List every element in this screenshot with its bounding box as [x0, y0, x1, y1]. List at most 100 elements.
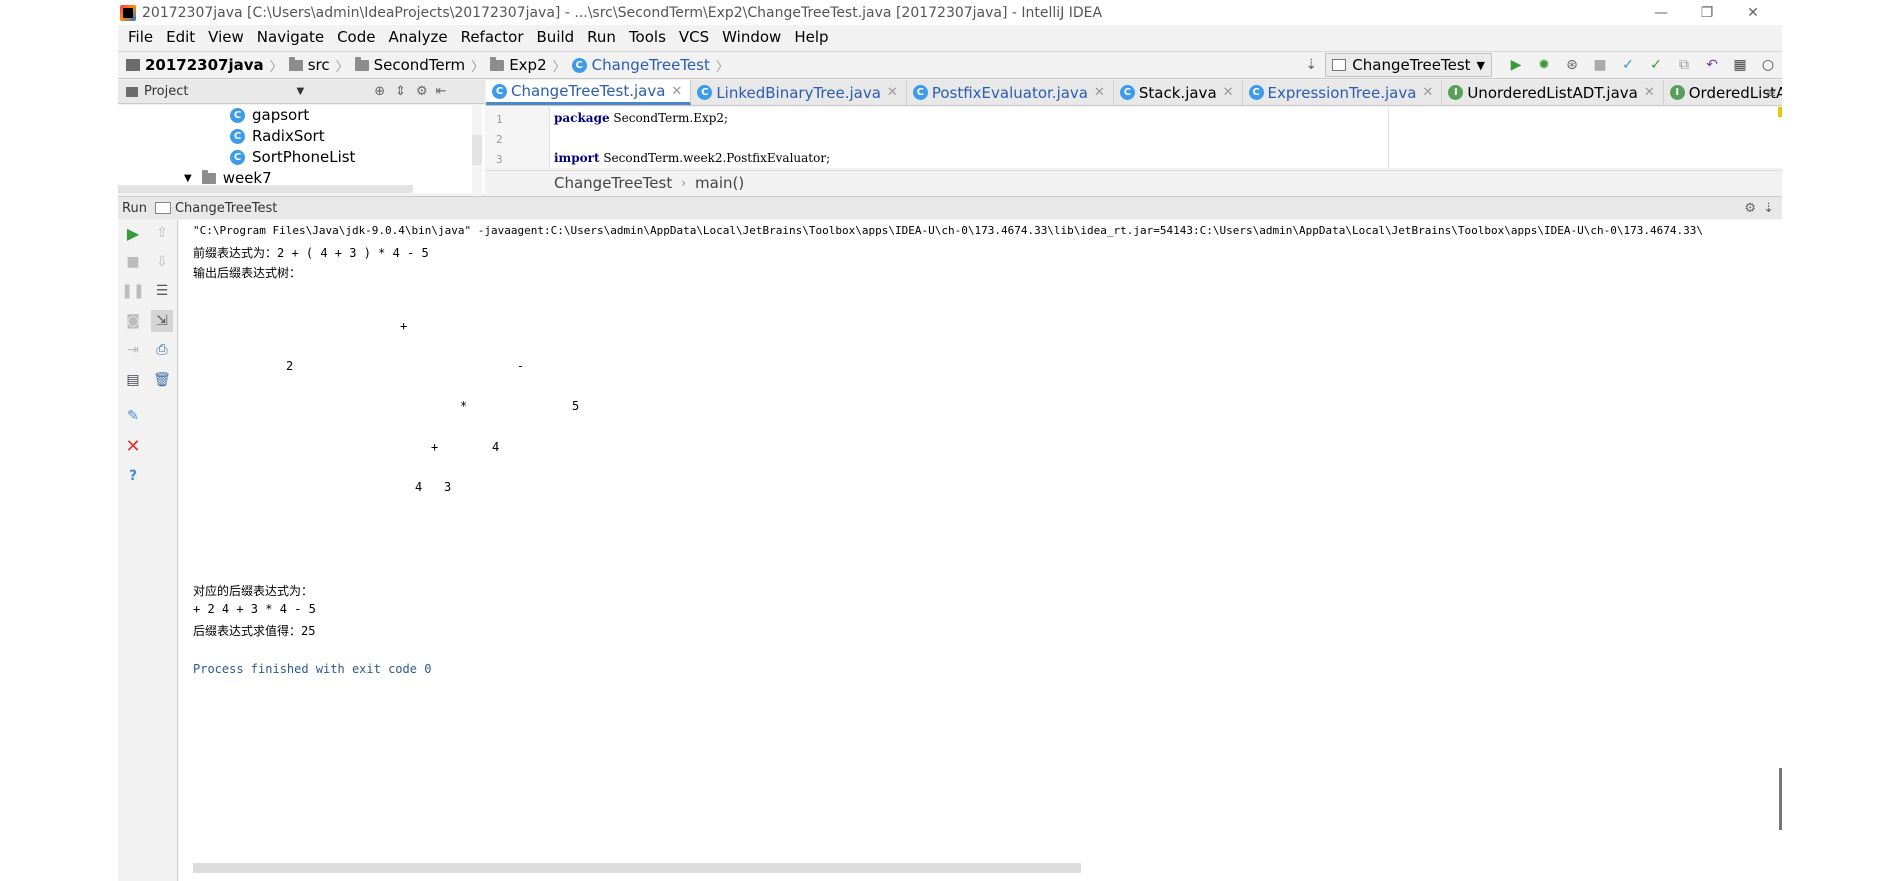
menu-navigate[interactable]: Navigate [251, 28, 331, 46]
crumb-src[interactable]: src [288, 56, 330, 74]
console-result: 后缀表达式求值得：25 [193, 624, 316, 638]
chevron-right-icon: 〉 [715, 59, 729, 75]
menu-help[interactable]: Help [788, 28, 835, 46]
menu-refactor[interactable]: Refactor [455, 28, 531, 46]
close-icon[interactable]: ✕ [1094, 85, 1105, 100]
menu-code[interactable]: Code [331, 28, 382, 46]
chevron-down-icon: ▼ [1476, 58, 1485, 72]
close-icon[interactable]: ✕ [671, 84, 682, 99]
tab-changetreetest[interactable]: C ChangeTreeTest.java ✕ [486, 80, 692, 105]
pin-icon[interactable]: ✎ [122, 405, 144, 427]
close-icon[interactable]: ✕ [1422, 85, 1433, 100]
code-line-3: import SecondTerm.week2.PostfixEvaluator… [554, 151, 831, 165]
console-output[interactable]: "C:\Program Files\Java\jdk-9.0.4\bin\jav… [179, 220, 1782, 881]
tab-orderedlistadt[interactable]: IOrderedListADT.java✕ [1664, 80, 1782, 105]
vcs-commit-icon[interactable]: ✓ [1645, 54, 1667, 76]
run-config-icon [154, 202, 171, 214]
minimize-button[interactable]: — [1638, 0, 1684, 25]
run-panel-header: Run ChangeTreeTest ⚙ ⇣ [118, 196, 1782, 219]
exit-icon[interactable]: ⇥ [122, 339, 144, 361]
hide-panel-icon[interactable]: ⇣ [1763, 201, 1774, 216]
debug-icon[interactable]: ✹ [1533, 54, 1555, 76]
class-icon: C [1248, 85, 1264, 100]
console-postfix-expression: + 2 4 + 3 * 4 - 5 [193, 602, 316, 616]
tab-linkedbinarytree[interactable]: C LinkedBinaryTree.java ✕ [691, 80, 907, 105]
chevron-down-icon[interactable]: ▼ [296, 86, 304, 97]
close-icon[interactable]: ✕ [1644, 85, 1655, 100]
project-hscrollbar[interactable] [118, 185, 413, 193]
code-editor[interactable]: 1 2 3 package SecondTerm.Exp2; import Se… [486, 107, 1782, 168]
tree-node: 3 [444, 480, 452, 494]
tab-postfixevaluator[interactable]: C PostfixEvaluator.java ✕ [907, 80, 1114, 105]
stop-icon[interactable]: ■ [1589, 54, 1611, 76]
crumb-secondterm[interactable]: SecondTerm [354, 56, 465, 74]
project-panel-title: Project [144, 84, 189, 99]
menu-vcs[interactable]: VCS [673, 28, 716, 46]
chevron-down-icon[interactable]: ▼ [184, 173, 192, 184]
collapse-icon[interactable]: ⇕ [395, 84, 406, 99]
search-icon[interactable]: ○ [1757, 54, 1779, 76]
console-hscrollbar[interactable] [193, 863, 1081, 873]
console-vscrollbar[interactable] [1779, 768, 1782, 830]
close-window-button[interactable]: ✕ [1730, 0, 1776, 25]
pause-icon[interactable]: ❚❚ [121, 280, 144, 302]
close-icon[interactable]: ✕ [1223, 85, 1234, 100]
dump-threads-icon[interactable]: ◙ [122, 310, 144, 332]
soft-wrap-icon[interactable]: ☰ [151, 280, 173, 302]
project-panel-header[interactable]: Project ▼ ⊕ ⇕ ⚙ ⇤ [118, 80, 485, 104]
layout-icon[interactable]: ▤ [122, 369, 144, 391]
project-scrollbar[interactable] [472, 105, 482, 193]
menu-file[interactable]: File [122, 28, 160, 46]
tab-expressiontree[interactable]: C ExpressionTree.java ✕ [1243, 80, 1443, 105]
class-icon: C [912, 85, 928, 100]
arrow-up-icon[interactable]: ⇧ [151, 222, 173, 244]
tab-unorderedlistadt[interactable]: I UnorderedListADT.java ✕ [1442, 80, 1664, 105]
tab-list-icon[interactable]: ≡ [1766, 86, 1776, 100]
rerun-icon[interactable]: ▶ [122, 222, 144, 244]
gear-icon[interactable]: ⚙ [416, 84, 428, 99]
menu-view[interactable]: View [202, 28, 251, 46]
tree-item-sortphonelist[interactable]: C SortPhoneList [230, 147, 355, 167]
crumb-exp2[interactable]: Exp2 [490, 56, 547, 74]
close-icon[interactable]: ✕ [887, 85, 898, 100]
arrow-down-icon[interactable]: ⇩ [151, 251, 173, 273]
run-tab[interactable]: ChangeTreeTest [175, 201, 277, 216]
breadcrumb-method[interactable]: main() [695, 174, 744, 192]
menu-tools[interactable]: Tools [623, 28, 673, 46]
console-tree-title: 输出后缀表达式树： [193, 266, 302, 280]
help-icon[interactable]: ? [122, 465, 144, 487]
close-icon[interactable]: ✕ [122, 435, 144, 457]
hide-icon[interactable]: ⇤ [436, 84, 447, 99]
vcs-history-icon[interactable]: ⧉ [1673, 54, 1695, 76]
menu-analyze[interactable]: Analyze [382, 28, 454, 46]
config-icon [1332, 59, 1347, 71]
run-icon[interactable]: ▶ [1505, 54, 1527, 76]
project-structure-icon[interactable]: ▦ [1729, 54, 1751, 76]
crumb-project[interactable]: 20172307java [126, 56, 264, 74]
console-postfix-title: 对应的后缀表达式为： [193, 584, 314, 598]
locate-icon[interactable]: ⊕ [374, 84, 385, 99]
vcs-update-icon[interactable]: ✓ [1617, 54, 1639, 76]
run-configuration-select[interactable]: ChangeTreeTest ▼ [1325, 53, 1492, 77]
revert-icon[interactable]: ↶ [1701, 54, 1723, 76]
build-icon[interactable]: ⇣ [1300, 54, 1322, 76]
crumb-changetreetest[interactable]: C ChangeTreeTest [571, 56, 710, 74]
warning-marker[interactable] [1778, 107, 1782, 117]
breadcrumb-class[interactable]: ChangeTreeTest [554, 174, 672, 192]
tree-item-radixsort[interactable]: C RadixSort [230, 126, 325, 146]
tab-stack[interactable]: C Stack.java ✕ [1114, 80, 1243, 105]
restore-button[interactable]: ❐ [1684, 0, 1730, 25]
gear-icon[interactable]: ⚙ [1744, 201, 1756, 216]
editor-breadcrumb: ChangeTreeTest › main() [486, 170, 1782, 194]
menu-edit[interactable]: Edit [160, 28, 202, 46]
menu-run[interactable]: Run [581, 28, 623, 46]
scroll-to-end-icon[interactable]: ⇲ [151, 310, 173, 332]
stop-icon[interactable]: ■ [122, 251, 144, 273]
trash-icon[interactable]: 🗑 [151, 369, 173, 391]
print-icon[interactable]: ⎙ [151, 339, 173, 361]
tree-item-gapsort[interactable]: Cgapsort [230, 105, 309, 125]
menu-build[interactable]: Build [531, 28, 582, 46]
project-tree: Cgapsort C RadixSort C SortPhoneList ▼ week… [118, 105, 485, 193]
menu-window[interactable]: Window [716, 28, 788, 46]
coverage-icon[interactable]: ⊛ [1561, 54, 1583, 76]
